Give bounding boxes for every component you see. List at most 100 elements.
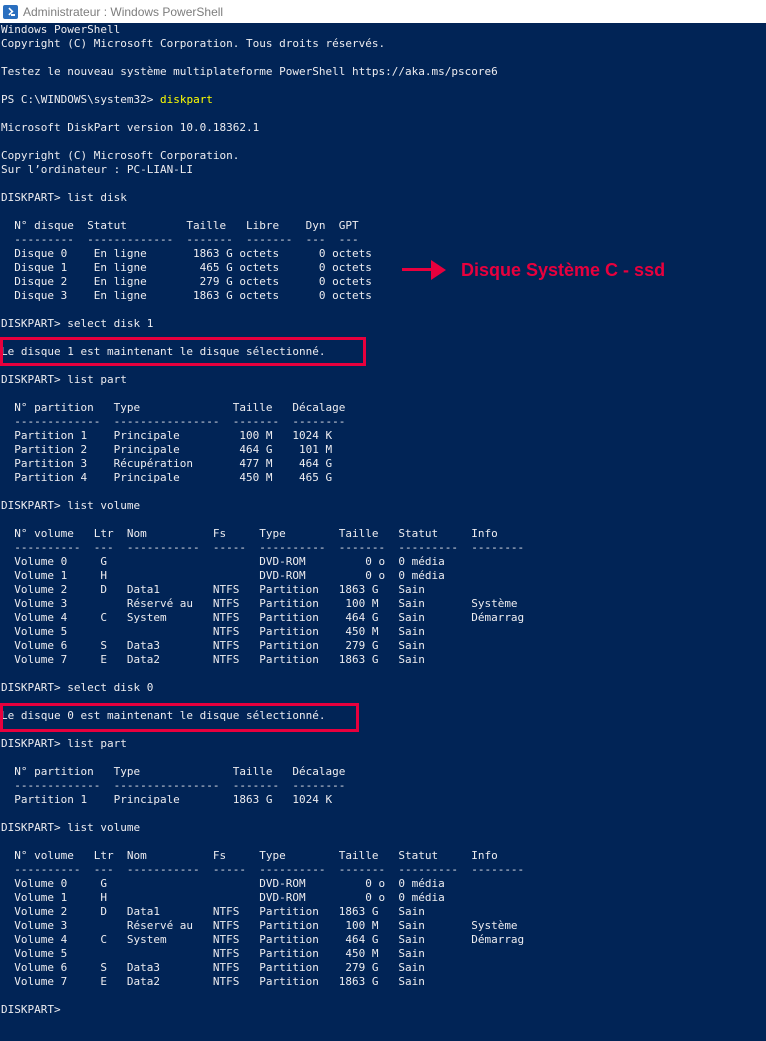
console-line: Volume 1 H DVD-ROM 0 o 0 média bbox=[1, 569, 763, 583]
console-line: Volume 3 Réservé au NTFS Partition 100 M… bbox=[1, 597, 763, 611]
console-line: Partition 1 Principale 1863 G 1024 K bbox=[1, 793, 763, 807]
console-line: Volume 0 G DVD-ROM 0 o 0 média bbox=[1, 877, 763, 891]
window-title: Administrateur : Windows PowerShell bbox=[23, 4, 224, 19]
console-line-text: Volume 4 C System NTFS Partition 464 G S… bbox=[1, 933, 525, 946]
console-line-text: Volume 6 S Data3 NTFS Partition 279 G Sa… bbox=[1, 639, 425, 652]
console-line: Volume 5 NTFS Partition 450 M Sain bbox=[1, 947, 763, 961]
console-line-text: N° volume Ltr Nom Fs Type Taille Statut … bbox=[1, 849, 498, 862]
console-line-text: Windows PowerShell bbox=[1, 23, 121, 36]
console-line: Volume 6 S Data3 NTFS Partition 279 G Sa… bbox=[1, 639, 763, 653]
console-line-text: ------------- ---------------- ------- -… bbox=[1, 779, 346, 792]
console-line-text: Partition 4 Principale 450 M 465 G bbox=[1, 471, 333, 484]
console-line-text: DISKPART> list volume bbox=[1, 821, 141, 834]
console-line: Partition 4 Principale 450 M 465 G bbox=[1, 471, 763, 485]
console-line: Copyright (C) Microsoft Corporation. bbox=[1, 149, 763, 163]
console-line-text: ---------- --- ----------- ----- -------… bbox=[1, 541, 525, 554]
console-line-text: Volume 6 S Data3 NTFS Partition 279 G Sa… bbox=[1, 961, 425, 974]
console-line-text: Volume 5 NTFS Partition 450 M Sain bbox=[1, 625, 425, 638]
console-line: N° partition Type Taille Décalage bbox=[1, 401, 763, 415]
console-line: Volume 1 H DVD-ROM 0 o 0 média bbox=[1, 891, 763, 905]
console-line-text: Disque 2 En ligne 279 G octets 0 octets bbox=[1, 275, 372, 288]
console-line-text: Volume 0 G DVD-ROM 0 o 0 média bbox=[1, 877, 445, 890]
console-line-text: Microsoft DiskPart version 10.0.18362.1 bbox=[1, 121, 260, 134]
console-line: Partition 2 Principale 464 G 101 M bbox=[1, 443, 763, 457]
console-line-text: Partition 2 Principale 464 G 101 M bbox=[1, 443, 333, 456]
console-line: N° partition Type Taille Décalage bbox=[1, 765, 763, 779]
console-line: PS C:\WINDOWS\system32> diskpart bbox=[1, 93, 763, 107]
console-line: DISKPART> list volume bbox=[1, 821, 763, 835]
console-line-text: N° disque Statut Taille Libre Dyn GPT bbox=[1, 219, 359, 232]
console-line-text: DISKPART> list part bbox=[1, 373, 127, 386]
console-line: DISKPART> select disk 1 bbox=[1, 317, 763, 331]
console-line-text: N° partition Type Taille Décalage bbox=[1, 765, 346, 778]
console-line: Volume 4 C System NTFS Partition 464 G S… bbox=[1, 933, 763, 947]
console-line: Volume 7 E Data2 NTFS Partition 1863 G S… bbox=[1, 653, 763, 667]
highlight-box-disk1-selected bbox=[0, 337, 366, 366]
console-line-text: ---------- --- ----------- ----- -------… bbox=[1, 863, 525, 876]
console-line: DISKPART> bbox=[1, 1003, 763, 1017]
title-bar[interactable]: Administrateur : Windows PowerShell bbox=[0, 0, 766, 23]
console-line-text: Volume 3 Réservé au NTFS Partition 100 M… bbox=[1, 919, 518, 932]
console-line-text: Volume 7 E Data2 NTFS Partition 1863 G S… bbox=[1, 975, 425, 988]
console-line: Volume 6 S Data3 NTFS Partition 279 G Sa… bbox=[1, 961, 763, 975]
annotation-label: Disque Système C - ssd bbox=[461, 259, 666, 280]
console-line-text: Sur l’ordinateur : PC-LIAN-LI bbox=[1, 163, 194, 176]
highlight-box-disk0-selected bbox=[0, 703, 359, 732]
console-line-text: ------------- ---------------- ------- -… bbox=[1, 415, 346, 428]
console-line-text: Volume 4 C System NTFS Partition 464 G S… bbox=[1, 611, 525, 624]
console-line-text: Testez le nouveau système multiplateform… bbox=[1, 65, 498, 78]
console-line-text: Volume 7 E Data2 NTFS Partition 1863 G S… bbox=[1, 653, 425, 666]
console-line: ---------- --- ----------- ----- -------… bbox=[1, 541, 763, 555]
console-line: DISKPART> list disk bbox=[1, 191, 763, 205]
console-line: Partition 3 Récupération 477 M 464 G bbox=[1, 457, 763, 471]
console-line-text: DISKPART> list part bbox=[1, 737, 127, 750]
arrow-right-icon bbox=[402, 255, 446, 285]
console-line-text: Volume 1 H DVD-ROM 0 o 0 média bbox=[1, 569, 445, 582]
console-line: Volume 7 E Data2 NTFS Partition 1863 G S… bbox=[1, 975, 763, 989]
console-line: ---------- --- ----------- ----- -------… bbox=[1, 863, 763, 877]
console-line-text: Volume 2 D Data1 NTFS Partition 1863 G S… bbox=[1, 905, 425, 918]
console-line-text: Volume 5 NTFS Partition 450 M Sain bbox=[1, 947, 425, 960]
console-line: N° volume Ltr Nom Fs Type Taille Statut … bbox=[1, 849, 763, 863]
console-line: Volume 5 NTFS Partition 450 M Sain bbox=[1, 625, 763, 639]
console-line-text: Partition 1 Principale 1863 G 1024 K bbox=[1, 793, 333, 806]
console-line-text: DISKPART> list disk bbox=[1, 191, 127, 204]
console-line: N° volume Ltr Nom Fs Type Taille Statut … bbox=[1, 527, 763, 541]
annotation-system-disk: Disque Système C - ssd bbox=[402, 255, 665, 285]
console-line-text: --------- ------------- ------- ------- … bbox=[1, 233, 359, 246]
console-line-text: Volume 0 G DVD-ROM 0 o 0 média bbox=[1, 555, 445, 568]
console-line-text: PS C:\WINDOWS\system32> bbox=[1, 93, 160, 106]
console-line-text: Copyright (C) Microsoft Corporation. Tou… bbox=[1, 37, 386, 50]
console-line: N° disque Statut Taille Libre Dyn GPT bbox=[1, 219, 763, 233]
console-line-text: Disque 1 En ligne 465 G octets 0 octets bbox=[1, 261, 372, 274]
console-line: DISKPART> list part bbox=[1, 737, 763, 751]
console-line-text: Volume 1 H DVD-ROM 0 o 0 média bbox=[1, 891, 445, 904]
console-line-text: DISKPART> bbox=[1, 1003, 68, 1016]
console-line-text: DISKPART> select disk 1 bbox=[1, 317, 154, 330]
console-line: DISKPART> list volume bbox=[1, 499, 763, 513]
console-line-text: Copyright (C) Microsoft Corporation. bbox=[1, 149, 240, 162]
console-line: Disque 3 En ligne 1863 G octets 0 octets bbox=[1, 289, 763, 303]
console-line: --------- ------------- ------- ------- … bbox=[1, 233, 763, 247]
console-line: ------------- ---------------- ------- -… bbox=[1, 415, 763, 429]
console-line: Volume 0 G DVD-ROM 0 o 0 média bbox=[1, 555, 763, 569]
console-line-text: Disque 0 En ligne 1863 G octets 0 octets bbox=[1, 247, 372, 260]
console-output[interactable]: Windows PowerShell Copyright (C) Microsof… bbox=[1, 23, 763, 1017]
console-line: Microsoft DiskPart version 10.0.18362.1 bbox=[1, 121, 763, 135]
console-line: Volume 3 Réservé au NTFS Partition 100 M… bbox=[1, 919, 763, 933]
console-line: Sur l’ordinateur : PC-LIAN-LI bbox=[1, 163, 763, 177]
console-command: diskpart bbox=[159, 93, 213, 106]
console-line-text: Partition 3 Récupération 477 M 464 G bbox=[1, 457, 333, 470]
